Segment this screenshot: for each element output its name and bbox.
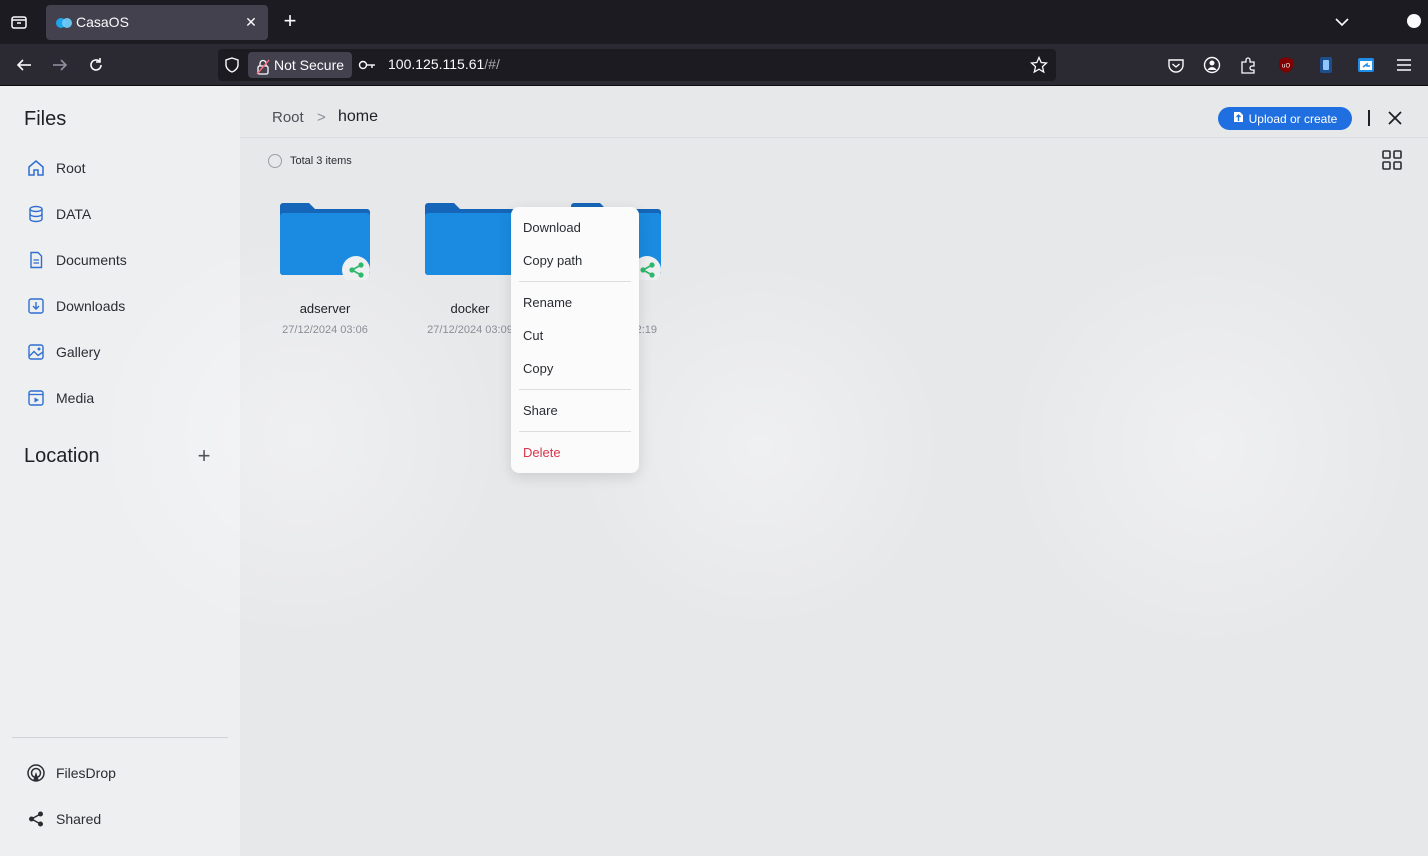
key-icon[interactable]	[358, 58, 376, 77]
menu-item-copy-path[interactable]: Copy path	[523, 253, 582, 268]
select-all-radio[interactable]	[268, 154, 282, 168]
database-icon	[26, 204, 46, 224]
menu-item-download[interactable]: Download	[523, 220, 581, 235]
folder-icon	[280, 203, 370, 280]
total-items-label: Total 3 items	[290, 155, 352, 167]
menu-separator	[519, 281, 631, 282]
sidebar-item-label: Shared	[56, 811, 102, 827]
menu-item-delete[interactable]: Delete	[523, 445, 561, 460]
extensions-icon[interactable]	[1237, 54, 1259, 76]
new-tab-icon[interactable]: +	[279, 10, 301, 33]
upload-or-create-label: Upload or create	[1248, 111, 1338, 126]
sidebar-item-root[interactable]: Root	[26, 154, 226, 182]
sidebar-divider	[12, 737, 228, 738]
download-icon	[26, 296, 46, 316]
menu-item-share[interactable]: Share	[523, 403, 558, 418]
not-secure-label: Not Secure	[274, 57, 345, 73]
sidebar-item-data[interactable]: DATA	[26, 200, 226, 228]
svg-text:uO: uO	[1282, 63, 1291, 70]
upload-or-create-button[interactable]: Upload or create	[1218, 107, 1352, 130]
sidebar-item-label: DATA	[56, 206, 92, 222]
extension-share-icon[interactable]	[1355, 54, 1377, 76]
close-icon[interactable]	[1385, 108, 1405, 128]
sidebar-item-shared[interactable]: Shared	[26, 805, 226, 833]
menu-separator	[519, 431, 631, 432]
files-main-panel: Root > home Upload or create Total 3 ite…	[90, 86, 1428, 856]
extension-blue-icon[interactable]	[1315, 54, 1337, 76]
sidebar-item-filesdrop[interactable]: FilesDrop	[26, 759, 226, 787]
account-icon[interactable]	[1201, 54, 1223, 76]
address-bar[interactable]: Not Secure 100.125.115.61/#/	[218, 49, 1056, 81]
hamburger-menu-icon[interactable]	[1393, 54, 1415, 76]
browser-tab[interactable]: CasaOS ✕	[46, 5, 268, 40]
home-icon	[26, 158, 46, 178]
media-icon	[26, 388, 46, 408]
sidebar-item-label: FilesDrop	[56, 765, 116, 781]
casaos-favicon-icon	[56, 16, 72, 34]
select-all-row[interactable]: Total 3 items	[268, 154, 352, 168]
reload-icon[interactable]	[85, 54, 107, 76]
context-menu: Download Copy path Rename Cut Copy Share…	[511, 207, 639, 473]
upload-file-icon	[1233, 111, 1244, 126]
files-topbar: Root > home Upload or create	[240, 86, 1428, 138]
toolbar-divider	[1368, 110, 1370, 126]
document-icon	[26, 250, 46, 270]
folder-name: adserver	[299, 301, 351, 316]
breadcrumb-separator: >	[317, 109, 326, 126]
sidebar-item-label: Media	[56, 390, 95, 406]
menu-item-cut[interactable]: Cut	[523, 328, 543, 343]
sidebar-item-label: Documents	[56, 252, 127, 268]
back-arrow-icon[interactable]	[13, 54, 35, 76]
browser-nav-bar: Not Secure 100.125.115.61/#/ uO	[0, 44, 1428, 86]
folder-item[interactable]: adserver 27/12/2024 03:06	[260, 202, 390, 342]
breadcrumb-current: home	[338, 108, 379, 125]
background-blur	[1000, 236, 1420, 656]
casaos-files-page: Files Root DATA Documents Downloads Gall…	[0, 86, 1428, 856]
close-tab-icon[interactable]: ✕	[242, 13, 260, 31]
tab-title: CasaOS	[76, 14, 129, 30]
forward-arrow-icon[interactable]	[49, 54, 71, 76]
filesdrop-icon	[26, 763, 46, 783]
breadcrumb-root[interactable]: Root	[272, 109, 304, 126]
sidebar-item-label: Root	[56, 160, 86, 176]
shield-icon[interactable]	[224, 57, 240, 78]
sidebar-title: Files	[24, 108, 67, 130]
image-icon	[26, 342, 46, 362]
menu-item-rename[interactable]: Rename	[523, 295, 572, 310]
menu-item-copy[interactable]: Copy	[523, 361, 553, 376]
folder-icon	[425, 203, 515, 275]
bookmark-star-icon[interactable]	[1029, 55, 1049, 79]
chevron-down-icon[interactable]	[1332, 12, 1352, 37]
not-secure-badge[interactable]: Not Secure	[248, 52, 353, 78]
url-text[interactable]: 100.125.115.61/#/	[388, 56, 500, 72]
ublock-origin-icon[interactable]: uO	[1275, 54, 1297, 76]
insecure-lock-icon	[256, 57, 270, 83]
sidebar-item-label: Downloads	[56, 298, 126, 314]
sidebar-item-label: Gallery	[56, 344, 101, 360]
location-heading: Location	[24, 445, 100, 467]
folder-date: 27/12/2024 03:06	[282, 324, 368, 336]
share-icon	[26, 809, 46, 829]
account-dot-icon[interactable]	[1407, 14, 1421, 28]
menu-separator	[519, 389, 631, 390]
tab-list-icon[interactable]	[8, 11, 30, 33]
pocket-icon[interactable]	[1165, 54, 1187, 76]
browser-tab-bar: CasaOS ✕ +	[0, 0, 1428, 44]
grid-view-icon[interactable]	[1382, 150, 1402, 175]
url-host: 100.125.115.61	[388, 56, 485, 72]
url-path: /#/	[484, 56, 500, 72]
